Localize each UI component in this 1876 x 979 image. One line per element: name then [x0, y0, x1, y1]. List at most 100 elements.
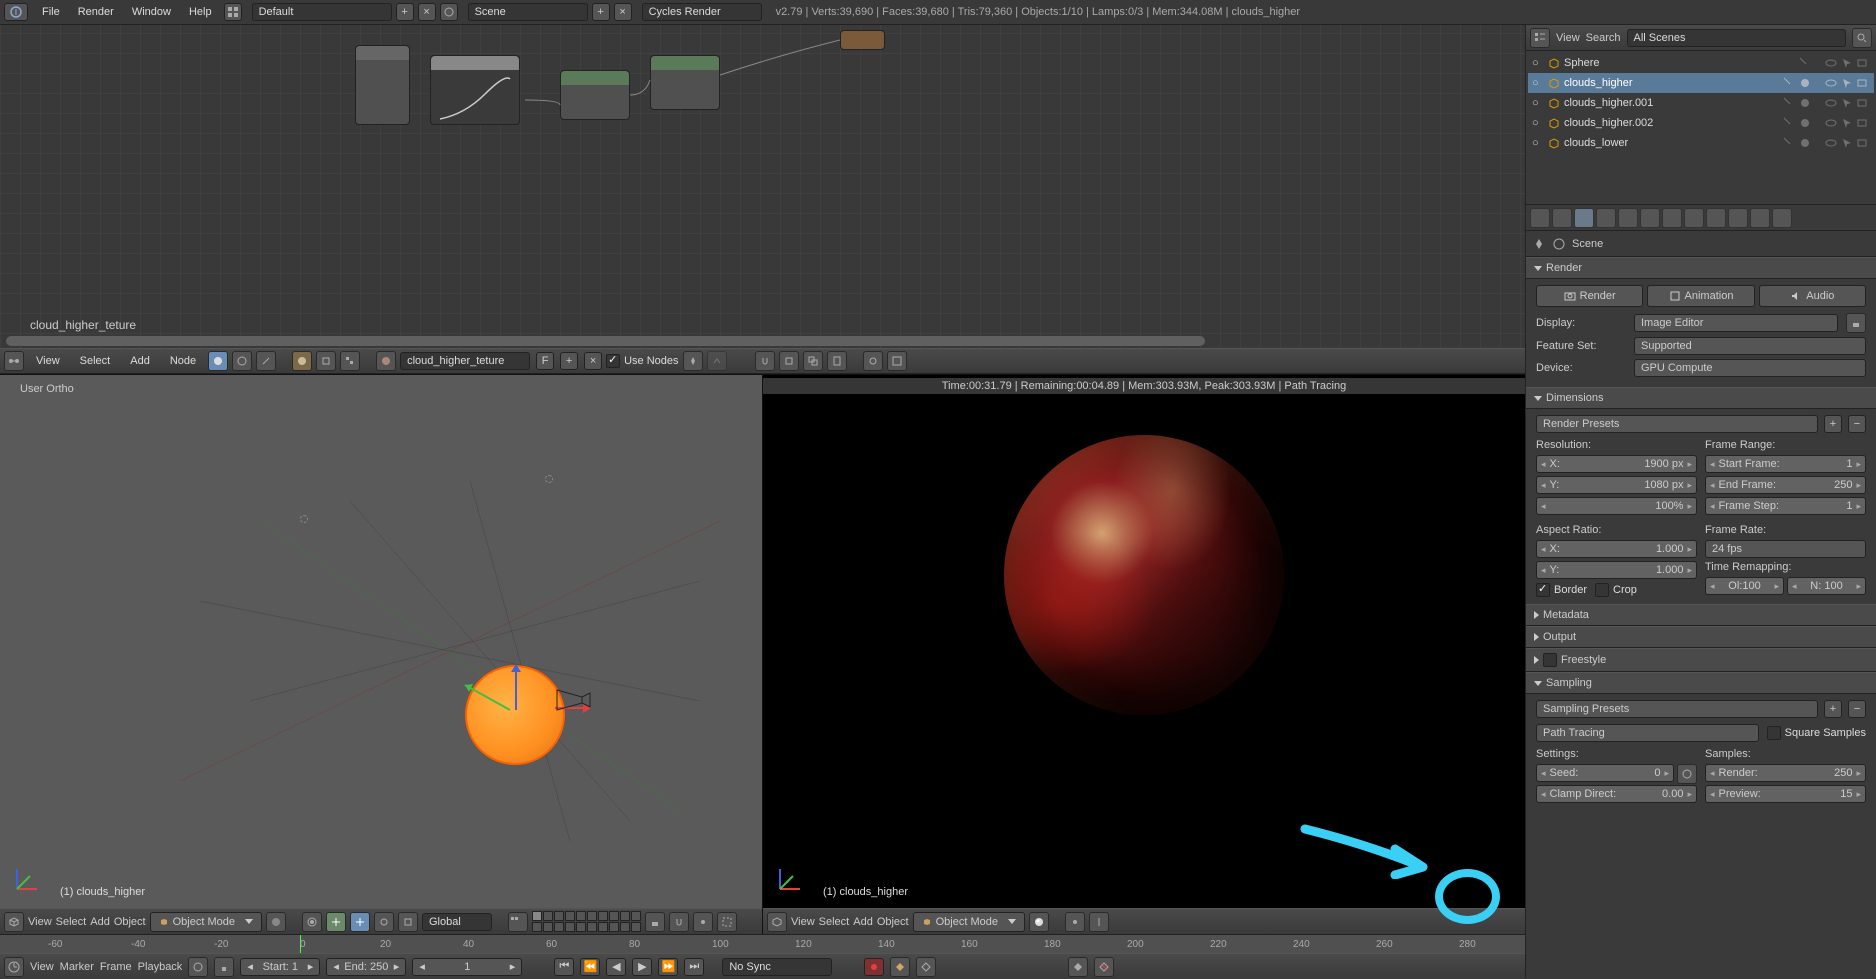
cursor-icon[interactable]	[1840, 76, 1854, 90]
manip-rotate-icon[interactable]	[374, 912, 394, 932]
camera-object[interactable]	[552, 685, 592, 715]
feature-dropdown[interactable]: Supported	[1634, 337, 1866, 355]
node-menu-add[interactable]: Add	[122, 353, 158, 369]
editor-type-node-icon[interactable]	[4, 351, 24, 371]
layout-dropdown[interactable]: Default	[252, 3, 392, 21]
mode-dropdown[interactable]: Object Mode	[150, 912, 262, 932]
camera-icon[interactable]	[1856, 116, 1870, 130]
outliner-item-clouds-higher-002[interactable]: ○ clouds_higher.002	[1528, 113, 1874, 133]
editor-type-icon[interactable]: i	[4, 3, 28, 21]
delete-keyframe-icon[interactable]	[1094, 957, 1114, 977]
cursor-icon[interactable]	[1840, 56, 1854, 70]
node-menu-select[interactable]: Select	[72, 353, 119, 369]
keying-dropdown-icon[interactable]	[916, 957, 936, 977]
panel-header-render[interactable]: Render	[1526, 257, 1876, 279]
timeline-ruler[interactable]: -60 -40 -20 0 20 40 60 80 100 120 140 16…	[0, 935, 1525, 953]
view3d-menu-view[interactable]: View	[28, 916, 52, 928]
outliner-item-clouds-lower[interactable]: ○ clouds_lower	[1528, 133, 1874, 153]
integrator-dropdown[interactable]: Path Tracing	[1536, 724, 1759, 742]
copy-nodes-icon[interactable]	[803, 351, 823, 371]
outliner-item-clouds-higher-001[interactable]: ○ clouds_higher.001	[1528, 93, 1874, 113]
cursor-icon[interactable]	[1840, 96, 1854, 110]
jump-start-button[interactable]: ⏮	[554, 958, 574, 976]
eye-icon[interactable]	[1824, 136, 1838, 150]
panel-header-freestyle[interactable]: Freestyle	[1526, 648, 1876, 672]
wrench-icon[interactable]	[1798, 56, 1812, 70]
seed-clock-icon[interactable]	[1677, 764, 1697, 784]
view3d-r-menu-view[interactable]: View	[791, 916, 815, 928]
manipulator-y-axis[interactable]	[455, 670, 515, 720]
layout-add-button[interactable]: +	[396, 3, 414, 21]
sync-dropdown[interactable]: No Sync	[722, 958, 832, 976]
frame-step-field[interactable]: ◂Frame Step:1▸	[1705, 497, 1866, 515]
node-curve[interactable]	[430, 55, 520, 125]
shader-type-object-icon[interactable]	[208, 351, 228, 371]
material-icon[interactable]	[1798, 76, 1812, 90]
render-border-icon[interactable]	[717, 912, 737, 932]
remap-old-field[interactable]: ◂Ol:100▸	[1705, 577, 1784, 595]
fake-user-button[interactable]: F	[536, 352, 554, 370]
current-frame-field[interactable]: ◂1▸	[412, 958, 522, 976]
eye-icon[interactable]	[1824, 56, 1838, 70]
node-editor-canvas[interactable]	[0, 25, 1525, 374]
tab-physics[interactable]	[1772, 208, 1792, 228]
cursor-icon[interactable]	[1840, 136, 1854, 150]
camera-icon[interactable]	[1856, 136, 1870, 150]
animation-button[interactable]: Animation	[1647, 285, 1754, 307]
lamp-object[interactable]	[300, 515, 308, 523]
snap-element-icon[interactable]	[693, 912, 713, 932]
panel-header-sampling[interactable]: Sampling	[1526, 672, 1876, 694]
scene-browse-icon[interactable]	[440, 3, 458, 21]
tab-material[interactable]	[1706, 208, 1726, 228]
snap-icon[interactable]	[755, 351, 775, 371]
tab-texture[interactable]	[1728, 208, 1748, 228]
layers-icon[interactable]	[508, 912, 528, 932]
view3d-menu-add[interactable]: Add	[90, 916, 110, 928]
lock-camera-icon[interactable]	[645, 912, 665, 932]
outliner-item-sphere[interactable]: ○ Sphere	[1528, 53, 1874, 73]
audio-button[interactable]: Audio	[1759, 285, 1866, 307]
mode-dropdown-right[interactable]: Object Mode	[913, 912, 1025, 932]
outliner-search-icon[interactable]	[1852, 28, 1872, 48]
node-shader-2[interactable]	[650, 55, 720, 110]
sampling-preset-remove-button[interactable]: −	[1848, 700, 1866, 718]
orientation-dropdown[interactable]: Global	[422, 913, 492, 931]
play-reverse-button[interactable]: ◀	[606, 958, 626, 976]
material-name-field[interactable]: cloud_higher_teture	[400, 352, 530, 370]
eye-icon[interactable]	[1824, 76, 1838, 90]
view3d-r-menu-add[interactable]: Add	[853, 916, 873, 928]
remap-new-field[interactable]: ◂N: 100▸	[1787, 577, 1866, 595]
display-dropdown[interactable]: Image Editor	[1634, 314, 1838, 332]
fps-dropdown[interactable]: 24 fps	[1705, 540, 1866, 558]
square-samples-checkbox[interactable]: Square Samples	[1767, 726, 1866, 740]
manip-scale-icon[interactable]	[398, 912, 418, 932]
editor-type-timeline-icon[interactable]	[4, 957, 24, 977]
render-presets-dropdown[interactable]: Render Presets	[1536, 415, 1818, 433]
wrench-icon[interactable]	[1782, 116, 1796, 130]
render-engine-dropdown[interactable]: Cycles Render	[642, 3, 762, 21]
go-parent-icon[interactable]	[707, 351, 727, 371]
preset-add-button[interactable]: +	[1824, 415, 1842, 433]
node-shader-1[interactable]	[560, 70, 630, 120]
lock-ui-icon[interactable]	[1846, 313, 1866, 333]
start-frame-field[interactable]: ◂Start Frame:1▸	[1705, 455, 1866, 473]
viewport-3d-right[interactable]: Time:00:31.79 | Remaining:00:04.89 | Mem…	[763, 375, 1525, 934]
scene-add-button[interactable]: +	[592, 3, 610, 21]
layout-browse-icon[interactable]	[224, 3, 242, 21]
manipulator-toggle-icon[interactable]	[326, 912, 346, 932]
node-scrollbar[interactable]	[6, 336, 1205, 346]
panel-header-metadata[interactable]: Metadata	[1526, 604, 1876, 626]
menu-render[interactable]: Render	[70, 3, 122, 21]
backdrop-icon[interactable]	[887, 351, 907, 371]
sampling-presets-dropdown[interactable]: Sampling Presets	[1536, 700, 1818, 718]
keyframe-prev-button[interactable]: ⏪	[580, 958, 600, 976]
menu-file[interactable]: File	[34, 3, 68, 21]
timeline-menu-frame[interactable]: Frame	[100, 961, 132, 973]
outliner-menu-view[interactable]: View	[1556, 32, 1580, 44]
preview-samples-field[interactable]: ◂Preview:15▸	[1705, 785, 1866, 803]
tab-world[interactable]	[1596, 208, 1616, 228]
end-frame-field[interactable]: ◂End: 250▸	[326, 958, 406, 976]
timeline-menu-playback[interactable]: Playback	[138, 961, 183, 973]
material-icon[interactable]	[1798, 136, 1812, 150]
camera-icon[interactable]	[1856, 96, 1870, 110]
